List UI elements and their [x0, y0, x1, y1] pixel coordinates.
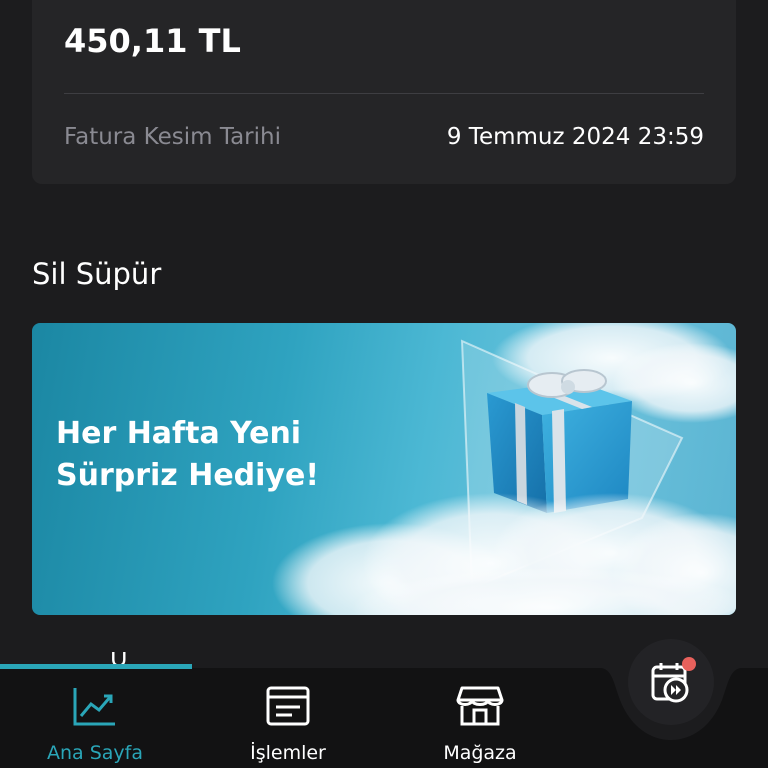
chart-trend-icon [73, 688, 115, 726]
store-icon [456, 686, 504, 726]
nav-label-store: Mağaza [443, 742, 517, 764]
promo-banner[interactable]: Her Hafta Yeni Sürpriz Hediye! [32, 323, 736, 615]
nav-item-home[interactable]: Ana Sayfa [25, 684, 165, 764]
banner-line-1: Her Hafta Yeni [56, 416, 302, 451]
transactions-icon [266, 686, 310, 726]
nav-label-home: Ana Sayfa [46, 742, 143, 764]
divider [64, 93, 704, 94]
calendar-fab-button[interactable] [628, 639, 714, 725]
notification-dot [682, 657, 696, 671]
due-date-value: 9 Temmuz 2024 23:59 [446, 124, 704, 150]
nav-label-transactions: İşlemler [250, 742, 326, 764]
due-date-label: Fatura Kesim Tarihi [64, 124, 281, 150]
banner-headline: Her Hafta Yeni Sürpriz Hediye! [56, 413, 319, 497]
bill-amount: 450,11 TL [64, 22, 241, 60]
section-title: Sil Süpür [32, 257, 162, 291]
active-tab-indicator [0, 664, 192, 669]
banner-line-2: Sürpriz Hediye! [56, 458, 320, 493]
bill-summary-card: 450,11 TL Fatura Kesim Tarihi 9 Temmuz 2… [32, 0, 736, 184]
nav-item-transactions[interactable]: İşlemler [218, 684, 358, 764]
nav-item-store[interactable]: Mağaza [410, 684, 550, 764]
